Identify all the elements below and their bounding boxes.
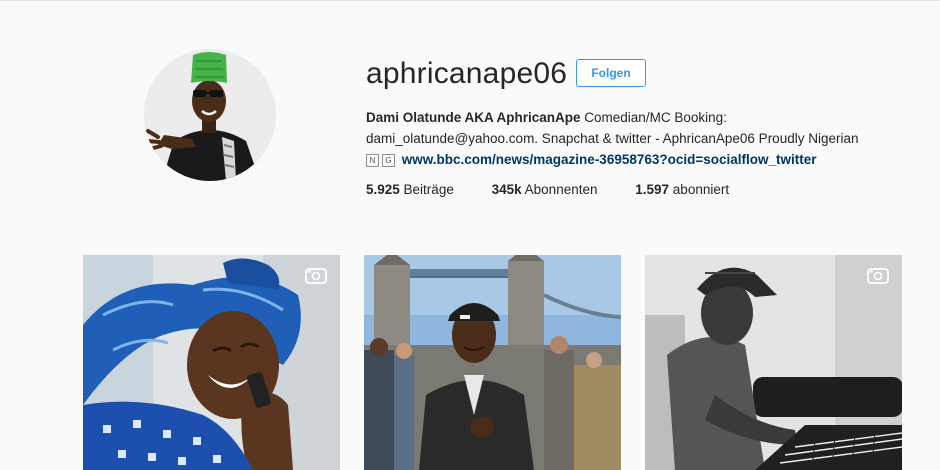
- n-badge-icon: N: [366, 154, 379, 167]
- following-stat[interactable]: 1.597 abonniert: [635, 182, 729, 197]
- profile-bio: Dami Olatunde AKA AphricanApe Comedian/M…: [366, 107, 926, 170]
- bio-line-3: NG www.bbc.com/news/magazine-36958763?oc…: [366, 149, 926, 170]
- bio-line-1: Dami Olatunde AKA AphricanApe Comedian/M…: [366, 107, 926, 128]
- followers-count: 345k: [491, 182, 522, 197]
- g-badge-icon: G: [382, 154, 395, 167]
- video-camera-icon: [867, 268, 889, 284]
- profile-stats: 5.925 Beiträge 345k Abonnenten 1.597 abo…: [366, 182, 763, 197]
- profile-username: aphricanape06: [366, 57, 568, 90]
- following-label: abonniert: [669, 182, 730, 197]
- followers-label: Abonnenten: [521, 182, 598, 197]
- posts-count: 5.925: [366, 182, 400, 197]
- bio-full-name: Dami Olatunde AKA AphricanApe: [366, 110, 581, 125]
- video-camera-icon: [305, 268, 327, 284]
- follow-button[interactable]: Folgen: [576, 59, 646, 87]
- following-count: 1.597: [635, 182, 670, 197]
- posts-label: Beiträge: [399, 182, 454, 197]
- bio-description: Comedian/MC Booking:: [580, 110, 727, 125]
- followers-stat[interactable]: 345k Abonnenten: [492, 182, 598, 197]
- post-thumbnail[interactable]: [645, 255, 902, 470]
- post-thumbnail[interactable]: [83, 255, 340, 470]
- bio-line-2: dami_olatunde@yahoo.com. Snapchat & twit…: [366, 131, 859, 146]
- top-divider: [0, 0, 940, 1]
- post-thumbnail[interactable]: [364, 255, 621, 470]
- bio-website-link[interactable]: www.bbc.com/news/magazine-36958763?ocid=…: [402, 152, 817, 167]
- profile-avatar[interactable]: [144, 49, 276, 181]
- posts-stat: 5.925 Beiträge: [366, 182, 454, 197]
